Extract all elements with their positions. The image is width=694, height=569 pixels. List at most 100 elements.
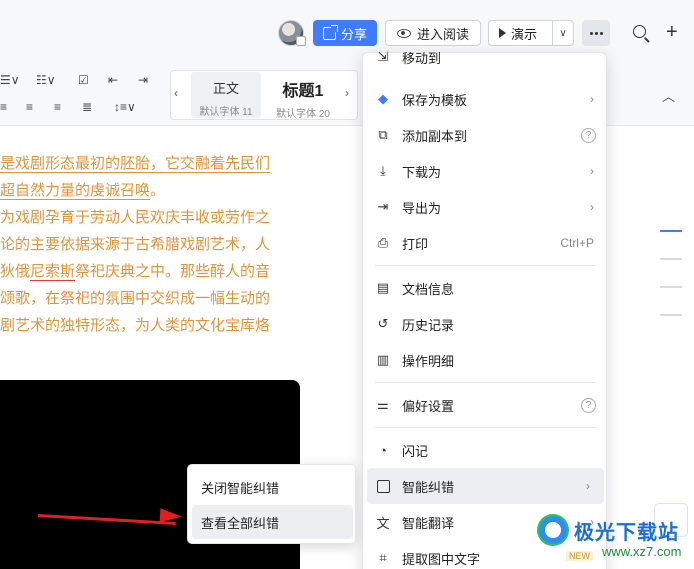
chevron-right-icon: › (590, 164, 594, 178)
proofread-icon (375, 478, 391, 494)
menu-item-smart-translate[interactable]: 文 智能翻译 › (363, 504, 608, 540)
details-icon: ▥ (376, 352, 390, 367)
close-proofread-item[interactable]: 关闭智能纠错 (192, 470, 353, 504)
menu-item-flash-note[interactable]: ◔ 闪记 (363, 432, 608, 468)
site-logo (537, 514, 569, 546)
menu-label: 保存为模板 (402, 92, 468, 108)
chevron-down-icon[interactable]: ∨ (553, 28, 573, 39)
outline-marker[interactable] (660, 286, 682, 288)
watermark-url: www.xz7.com (602, 544, 682, 559)
style-heading1-title: 标题1 (282, 83, 324, 100)
menu-item-operation-details[interactable]: ▥ 操作明细 (363, 342, 608, 378)
justify-icon[interactable]: ≣ (82, 100, 92, 114)
style-heading1[interactable]: 标题1 默认字体 20 (268, 72, 338, 120)
more-menu: ⇲ 移动到 ◆ 保存为模板 › ⧉ 添加副本到 ? ⤓ 下载为 › ⇥ 导出为 … (362, 49, 608, 569)
outline-marker[interactable] (660, 314, 682, 316)
menu-divider (375, 382, 596, 383)
chevron-left-icon[interactable]: ‹ (174, 86, 178, 100)
checkbox-icon[interactable]: ☑ (78, 73, 89, 87)
menu-divider (375, 265, 596, 266)
help-icon[interactable]: ? (581, 127, 596, 143)
align-left-icon[interactable]: ≡ (0, 100, 7, 114)
menu-item-export-as[interactable]: ⇥ 导出为 › (363, 189, 608, 225)
translate-icon: 文 (376, 515, 390, 531)
history-icon: ↺ (377, 316, 389, 331)
download-icon: ⤓ (380, 163, 386, 178)
scan-text-icon: ⌗ (379, 550, 387, 565)
watermark-title: 极光下载站 (574, 522, 679, 544)
menu-item-move-to[interactable]: ⇲ 移动到 (363, 39, 608, 75)
doc-line: 狄俄尼索斯祭祀庆典之中。那些醉人的音 (0, 258, 300, 285)
menu-item-smart-proofread[interactable]: 智能纠错 › (367, 468, 604, 504)
doc-line: 为戏剧孕育于劳动人民欢庆丰收或劳作之 (0, 209, 271, 226)
bullet-list-icon[interactable]: ☰∨ (0, 73, 20, 87)
menu-divider (375, 427, 596, 428)
chevron-right-icon[interactable]: › (345, 86, 349, 100)
menu-item-save-template[interactable]: ◆ 保存为模板 › (363, 81, 608, 117)
align-center-icon[interactable]: ≡ (26, 100, 33, 114)
template-icon: ◆ (378, 91, 388, 106)
outdent-icon[interactable]: ⇤ (108, 73, 118, 87)
style-normal-sub: 默认字体 11 (199, 107, 253, 118)
plus-icon[interactable]: + (666, 22, 678, 42)
style-heading1-sub: 默认字体 20 (276, 109, 330, 120)
copy-icon: ⧉ (378, 127, 388, 142)
new-badge: NEW (566, 551, 593, 561)
doc-underlined-text: 超自然力量的虔诚召唤 (0, 182, 151, 200)
chevron-right-icon: › (590, 92, 594, 106)
collapse-toolbar-icon[interactable]: ︿ (662, 86, 675, 105)
menu-label: 导出为 (402, 200, 442, 216)
dot-icon (599, 31, 603, 35)
document-body[interactable]: 是戏剧形态最初的胚胎，它交融着先民们 超自然力量的虔诚召唤。 为戏剧孕育于劳动人… (0, 150, 300, 339)
menu-item-preferences[interactable]: ⚌ 偏好设置 ? (363, 387, 608, 423)
doc-error-text[interactable]: 尼索斯 (30, 263, 76, 281)
doc-text: 。 (150, 182, 166, 199)
menu-label: 移动到 (402, 50, 442, 66)
menu-item-history[interactable]: ↺ 历史记录 (363, 306, 608, 342)
menu-label: 文档信息 (402, 281, 455, 297)
dot-icon (594, 31, 598, 35)
chevron-right-icon: › (590, 200, 594, 214)
menu-item-doc-info[interactable]: ▤ 文档信息 (363, 270, 608, 306)
menu-label: 闪记 (402, 443, 429, 459)
help-icon[interactable]: ? (581, 397, 596, 413)
avatar-badge (296, 36, 306, 46)
outline-markers (660, 230, 682, 342)
search-icon[interactable] (633, 25, 646, 38)
style-normal[interactable]: 正文 默认字体 11 (191, 72, 261, 118)
menu-label: 历史记录 (402, 317, 455, 333)
menu-label: 打印 (402, 236, 429, 252)
doc-line: 是戏剧形态最初的胚胎，它交融着先民们 (0, 150, 300, 177)
export-icon: ⇥ (377, 199, 389, 214)
menu-label: 偏好设置 (402, 398, 455, 414)
doc-underlined-text: 是戏剧形态最初的胚胎，它交融着先民们 (0, 155, 271, 173)
align-right-icon[interactable]: ≡ (54, 100, 61, 114)
line-spacing-icon[interactable]: ↕≡∨ (114, 100, 136, 114)
style-normal-title: 正文 (212, 81, 239, 96)
menu-label: 添加副本到 (402, 128, 468, 144)
menu-item-add-copy[interactable]: ⧉ 添加副本到 ? (363, 117, 608, 153)
menu-item-download-as[interactable]: ⤓ 下载为 › (363, 153, 608, 189)
indent-icon[interactable]: ⇥ (138, 73, 148, 87)
outline-marker[interactable] (660, 258, 682, 260)
shortcut-label: Ctrl+P (560, 236, 594, 250)
menu-item-print[interactable]: ⎙ 打印 Ctrl+P (363, 225, 608, 261)
menu-label: 操作明细 (402, 353, 455, 369)
doc-line: 论的主要依据来源于古希腊戏剧艺术，人 (0, 236, 271, 253)
play-icon (499, 28, 506, 38)
chevron-right-icon: › (586, 479, 590, 493)
view-all-proofread-item[interactable]: 查看全部纠错 (192, 505, 353, 539)
move-icon: ⇲ (377, 49, 389, 64)
sliders-icon: ⚌ (377, 397, 389, 412)
menu-label: 智能纠错 (402, 479, 455, 495)
document-info-icon: ▤ (376, 280, 390, 295)
doc-line: 超自然力量的虔诚召唤。 (0, 177, 300, 204)
outline-marker[interactable] (660, 230, 682, 232)
red-arrow-head (159, 508, 183, 524)
numbered-list-icon[interactable]: ☷∨ (36, 73, 56, 87)
lightbulb-icon: ◔ (379, 442, 387, 458)
dot-icon (589, 31, 593, 35)
doc-line: 剧艺术的独特形态，为人类的文化宝库烙 (0, 317, 271, 334)
menu-label: 智能翻译 (402, 515, 455, 531)
menu-label: 下载为 (402, 164, 442, 180)
